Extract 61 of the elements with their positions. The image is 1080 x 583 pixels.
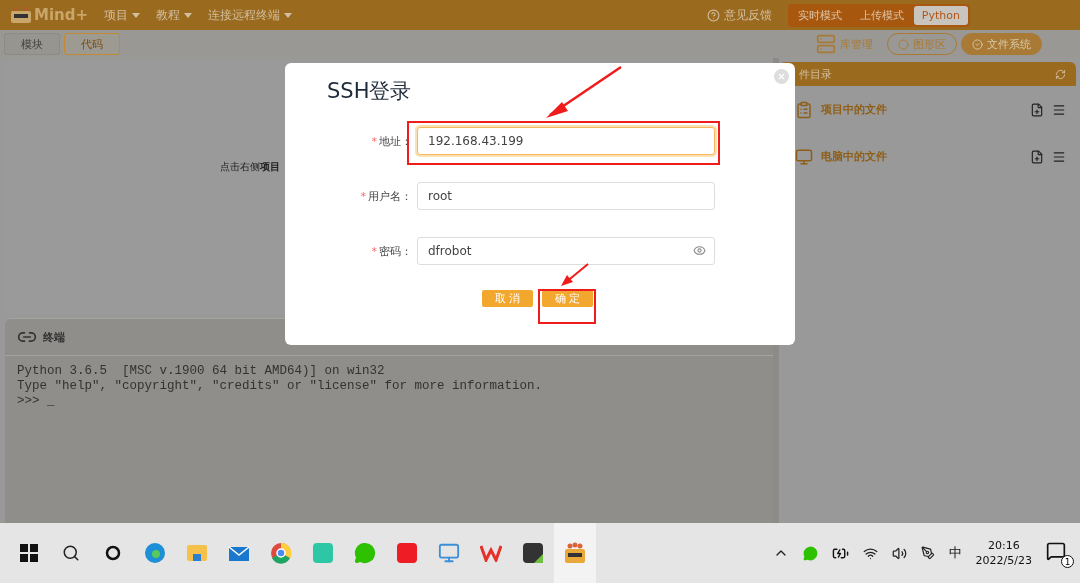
input-field[interactable]: 192.168.43.199 (417, 127, 715, 155)
section-label[interactable]: 电脑中的文件 (821, 149, 1022, 164)
panel-title: 件目录 (799, 66, 832, 82)
notification-count: 1 (1061, 555, 1074, 568)
menu-item[interactable]: 连接远程终端 (208, 6, 293, 24)
input-field[interactable]: dfrobot (417, 237, 715, 265)
search-icon[interactable] (62, 544, 80, 562)
folder-icon[interactable] (186, 543, 208, 563)
new-file-icon[interactable] (1030, 102, 1044, 117)
terminal-app-icon[interactable] (521, 541, 545, 565)
windows-logo-icon[interactable] (20, 544, 38, 562)
wifi-icon[interactable] (862, 545, 878, 561)
close-icon (777, 72, 786, 81)
dialog-title: SSH登录 (327, 78, 412, 105)
volume-icon[interactable] (891, 545, 907, 561)
notification-icon[interactable] (1046, 541, 1066, 561)
highlight-frame (538, 289, 596, 324)
new-file-icon[interactable] (1030, 149, 1044, 164)
eye-icon[interactable] (693, 244, 706, 257)
input-method[interactable]: 中 (948, 544, 962, 562)
robot-app-icon[interactable] (563, 542, 587, 564)
refresh-icon[interactable] (1055, 68, 1066, 80)
ring-icon[interactable] (105, 545, 121, 561)
field-label: 密码： (379, 243, 412, 259)
editor-hint: 点击右侧项目 (220, 161, 280, 172)
server-icon (816, 34, 836, 54)
app-logo: Mind+ (10, 6, 89, 24)
dialog-button[interactable]: 取 消 (482, 290, 533, 307)
pen-icon[interactable] (920, 546, 935, 560)
terminal-title: 终端 (43, 329, 65, 345)
circle-icon (898, 38, 909, 50)
section-label[interactable]: 项目中的文件 (821, 102, 1022, 117)
menu-icon[interactable] (1052, 102, 1066, 117)
check-icon (972, 38, 983, 50)
menu-icon[interactable] (1052, 149, 1066, 164)
field-label: 用户名： (368, 188, 412, 204)
terminal-line: Type "help", "copyright", "credits" or "license" for more information. (17, 379, 544, 394)
view-button[interactable]: 文件系统 (961, 33, 1042, 55)
required-mark: * (360, 189, 366, 203)
mail-icon[interactable] (228, 544, 250, 562)
required-mark: * (371, 244, 377, 258)
mode-button[interactable]: 实时模式 (789, 5, 850, 25)
field-label: 地址： (379, 133, 412, 149)
editor-tab[interactable]: 模块 (4, 33, 60, 55)
help-icon (706, 8, 720, 22)
terminal-line: >>> _ (17, 394, 56, 409)
clock[interactable]: 20:16 2022/5/23 (975, 538, 1032, 568)
terminal-line: Python 3.6.5 [MSC v.1900 64 bit AMD64)] on win32 (17, 364, 386, 379)
computer-icon[interactable] (438, 542, 460, 564)
required-mark: * (371, 134, 377, 148)
mode-button[interactable]: 上传模式 (851, 5, 912, 25)
menu-item[interactable]: 项目 (104, 6, 141, 24)
clipboard-icon (795, 100, 813, 119)
arrow-annotation (560, 263, 590, 287)
feedback-link[interactable]: 意见反馈 (706, 6, 772, 24)
input-field[interactable]: root (417, 182, 715, 210)
editor-tab[interactable]: 代码 (64, 33, 120, 55)
monitor-icon (795, 147, 813, 166)
chrome-icon[interactable] (270, 542, 292, 564)
mode-button[interactable]: Python (913, 5, 968, 25)
menu-item[interactable]: 教程 (156, 6, 193, 24)
